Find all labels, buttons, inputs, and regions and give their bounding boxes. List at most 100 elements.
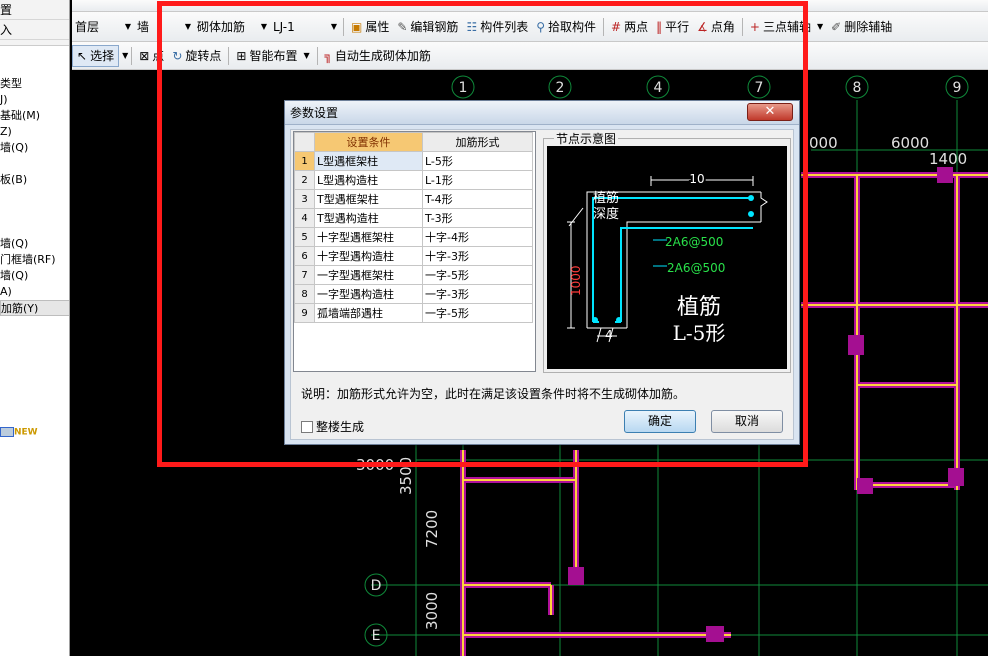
axis-label: 1 bbox=[459, 80, 468, 96]
diagram-title: L-5形 bbox=[673, 321, 726, 345]
parallel-button[interactable]: ‖ 平行 bbox=[652, 16, 693, 38]
list-item[interactable] bbox=[0, 204, 69, 220]
dialog-title: 参数设置 bbox=[285, 101, 799, 125]
diagram-rebar-label: 2A6@500 bbox=[667, 261, 725, 275]
smart-layout-button[interactable]: ⊞ 智能布置 ▼ bbox=[232, 45, 313, 67]
close-button[interactable]: ✕ bbox=[747, 103, 793, 121]
chevron-down-icon[interactable]: ▼ bbox=[122, 51, 128, 60]
axis-label: 4 bbox=[654, 80, 663, 96]
properties-icon: ▣ bbox=[351, 19, 363, 34]
new-badge[interactable]: NEW bbox=[0, 427, 38, 438]
table-row[interactable]: 9 孤墙端部遇柱 一字-5形 bbox=[294, 303, 533, 323]
rotate-point-button[interactable]: ↻ 旋转点 bbox=[168, 45, 225, 67]
select-button[interactable]: ↖ 选择 bbox=[72, 44, 120, 67]
toolbar-separator bbox=[316, 46, 318, 65]
eyedropper-icon: ⚲ bbox=[536, 19, 546, 34]
toolbar-draw: ↖ 选择 ▼ ⊠ 点 ↻ 旋转点 ⊞ 智能布置 ▼ ╗ 自动生成砌体加筋 bbox=[72, 42, 988, 70]
axis-label: D bbox=[371, 578, 382, 594]
left-panel: 置 入 类型 J) 基础(M) Z) 墙(Q) 板(B) 墙(Q) 门框墙(RF… bbox=[0, 0, 70, 656]
column-header-form[interactable]: 加筋形式 bbox=[422, 132, 533, 152]
properties-button[interactable]: ▣ 属性 bbox=[347, 16, 393, 38]
list-item[interactable] bbox=[0, 220, 69, 236]
chevron-down-icon: ▼ bbox=[124, 22, 131, 31]
list-item[interactable]: 墙(Q) bbox=[0, 236, 69, 252]
table-row[interactable]: 1 L型遇框架柱 L-5形 bbox=[294, 151, 533, 171]
table-row[interactable]: 8 一字型遇构造柱 一字-3形 bbox=[294, 284, 533, 304]
two-point-button[interactable]: # 两点 bbox=[607, 16, 652, 38]
axis-label: E bbox=[372, 628, 381, 644]
toolbar-separator bbox=[131, 46, 133, 65]
checkbox-label: 整楼生成 bbox=[316, 420, 365, 434]
list-item[interactable] bbox=[0, 188, 69, 204]
delete-axis-button[interactable]: ✐ 删除辅轴 bbox=[827, 16, 896, 38]
list-item[interactable]: 墙(Q) bbox=[0, 140, 69, 156]
table-row[interactable]: 4 T型遇构造柱 T-3形 bbox=[294, 208, 533, 228]
checkbox-box[interactable] bbox=[301, 420, 313, 433]
diagram-dimension: 4 bbox=[605, 328, 613, 342]
table-row[interactable]: 7 一字型遇框架柱 一字-5形 bbox=[294, 265, 533, 285]
column-header-condition[interactable]: 设置条件 bbox=[314, 132, 423, 152]
list-item[interactable]: 门框墙(RF) bbox=[0, 252, 69, 268]
rotate-icon: ↻ bbox=[172, 48, 183, 63]
cancel-button[interactable]: 取消 bbox=[711, 410, 783, 433]
param-settings-dialog: 参数设置 ✕ 设置条件 加筋形式 1 L型遇框架柱 L-5形 2 L型遇构造柱 L-1形… bbox=[284, 100, 800, 445]
module-icon bbox=[0, 427, 14, 437]
point-angle-button[interactable]: ∡ 点角 bbox=[693, 16, 739, 38]
table-row[interactable]: 3 T型遇框架柱 T-4形 bbox=[294, 189, 533, 209]
auto-generate-button[interactable]: ╗ 自动生成砌体加筋 bbox=[321, 45, 435, 67]
table-row[interactable]: 5 十字型遇框架柱 十字-4形 bbox=[294, 227, 533, 247]
settings-table: 设置条件 加筋形式 1 L型遇框架柱 L-5形 2 L型遇构造柱 L-1形 3 T型遇框架… bbox=[293, 131, 536, 372]
parallel-icon: ‖ bbox=[656, 19, 663, 34]
dimension-label: 3000 bbox=[423, 592, 441, 630]
element-list-button[interactable]: ☷ 构件列表 bbox=[462, 16, 532, 38]
list-item[interactable]: 类型 bbox=[0, 76, 69, 92]
point-button[interactable]: ⊠ 点 bbox=[135, 45, 168, 67]
table-row[interactable]: 2 L型遇构造柱 L-1形 bbox=[294, 170, 533, 190]
two-point-icon: # bbox=[611, 19, 622, 34]
list-item[interactable]: J) bbox=[0, 92, 69, 108]
category-select[interactable]: 砌体加筋 ▼ bbox=[194, 17, 270, 37]
list-item[interactable]: 墙(Q) bbox=[0, 268, 69, 284]
eraser-icon: ✐ bbox=[831, 19, 842, 34]
diagram-dimension: 10 bbox=[689, 172, 704, 186]
chevron-down-icon: ▼ bbox=[816, 22, 824, 31]
list-item[interactable]: 板(B) bbox=[0, 172, 69, 188]
element-type-select[interactable]: 墙 ▼ bbox=[134, 17, 194, 37]
three-point-axis-button[interactable]: + 三点辅轴 ▼ bbox=[746, 16, 827, 38]
chevron-down-icon: ▼ bbox=[303, 51, 310, 60]
element-select[interactable]: LJ-1 ▼ bbox=[270, 17, 340, 37]
edit-rebar-button[interactable]: ✎ 编辑钢筋 bbox=[393, 16, 462, 38]
dimension-label: 000 bbox=[809, 134, 838, 152]
dimension-label: 6000 bbox=[891, 134, 929, 152]
chevron-down-icon: ▼ bbox=[260, 22, 267, 31]
auto-generate-icon: ╗ bbox=[324, 48, 332, 63]
list-item[interactable]: Z) bbox=[0, 124, 69, 140]
left-top-item-0[interactable]: 置 bbox=[0, 0, 69, 20]
pick-element-button[interactable]: ⚲ 拾取构件 bbox=[532, 16, 600, 38]
table-corner bbox=[294, 132, 315, 152]
list-item-selected[interactable]: 加筋(Y) bbox=[0, 300, 69, 316]
left-top-item-1[interactable]: 入 bbox=[0, 20, 69, 40]
list-item[interactable]: 基础(M) bbox=[0, 108, 69, 124]
element-type-list: 类型 J) 基础(M) Z) 墙(Q) 板(B) 墙(Q) 门框墙(RF) 墙(… bbox=[0, 76, 69, 316]
toolbar-element: 首层 ▼ 墙 ▼ 砌体加筋 ▼ LJ-1 ▼ ▣ 属性 ✎ 编辑钢筋 ☷ 构件列表 ⚲ 拾取构件… bbox=[72, 12, 988, 42]
cursor-icon: ↖ bbox=[77, 48, 88, 63]
toolbar-separator bbox=[741, 17, 743, 36]
diagram-label: 植筋 bbox=[593, 190, 619, 206]
dialog-note: 说明：加筋形式允许为空，此时在满足该设置条件时将不生成砌体加筋。 bbox=[301, 387, 686, 401]
list-item[interactable]: A) bbox=[0, 284, 69, 300]
diagram-rebar-label: 2A6@500 bbox=[665, 235, 723, 249]
list-item[interactable] bbox=[0, 156, 69, 172]
toolbar-separator bbox=[603, 17, 605, 36]
toolbar-edit bbox=[72, 0, 988, 12]
whole-building-checkbox[interactable]: 整楼生成 bbox=[301, 418, 364, 435]
table-row[interactable]: 6 十字型遇构造柱 十字-3形 bbox=[294, 246, 533, 266]
dimension-label: 3000 bbox=[356, 456, 394, 474]
list-icon: ☷ bbox=[466, 19, 478, 34]
floor-select[interactable]: 首层 ▼ bbox=[72, 17, 134, 37]
toolbar-separator bbox=[343, 17, 344, 36]
dimension-label: 1400 bbox=[929, 150, 967, 168]
axis-label: 7 bbox=[755, 80, 764, 96]
ok-button[interactable]: 确定 bbox=[624, 410, 696, 433]
point-angle-icon: ∡ bbox=[697, 19, 708, 34]
